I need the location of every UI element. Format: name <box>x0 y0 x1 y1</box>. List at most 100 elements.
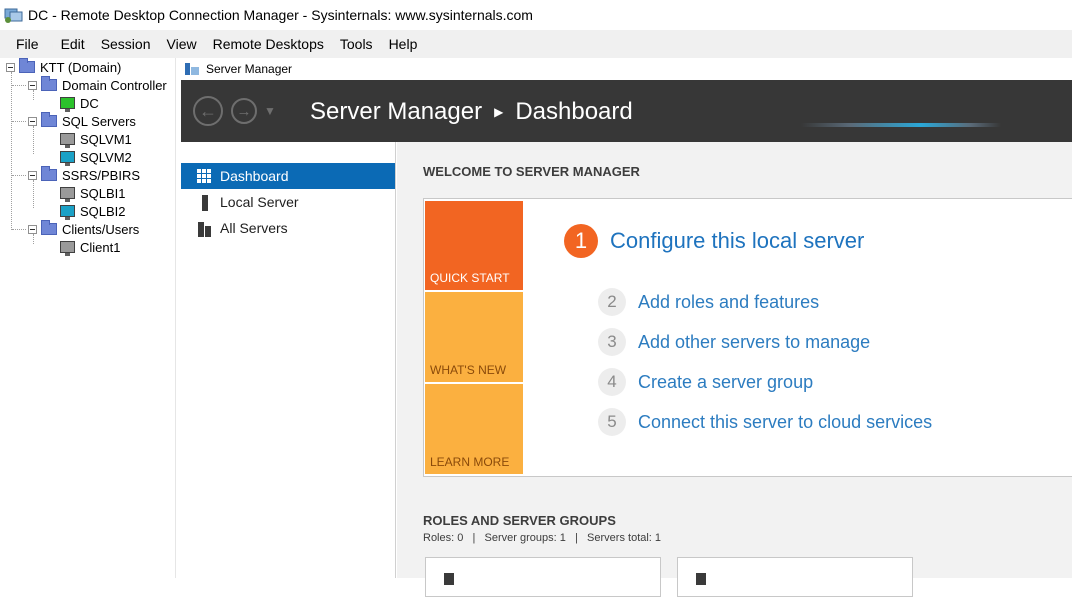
step-link[interactable]: Connect this server to cloud services <box>638 412 932 433</box>
roles-summary: Roles: 0 | Server groups: 1 | Servers to… <box>423 532 662 544</box>
server-manager-banner: ← → ▼ Server Manager ▶ Dashboard <box>181 80 1072 142</box>
collapse-icon[interactable] <box>6 62 15 72</box>
tree-server-label: SQLBI1 <box>80 185 126 201</box>
menu-file[interactable]: File <box>0 36 47 52</box>
tree-line <box>11 72 12 230</box>
back-button[interactable]: ← <box>193 96 223 126</box>
dashboard-icon <box>197 168 212 184</box>
folder-icon <box>41 166 57 181</box>
tree-group-label: Domain Controller <box>62 77 167 93</box>
tree-group-domain-controller[interactable]: Domain Controller <box>28 76 167 94</box>
breadcrumb-app[interactable]: Server Manager <box>310 98 482 126</box>
session-header: Server Manager <box>181 58 1072 80</box>
server-icon <box>444 573 454 585</box>
nav-dashboard[interactable]: Dashboard <box>181 163 395 189</box>
step-add-roles[interactable]: 2 Add roles and features <box>598 288 819 316</box>
local-server-icon <box>197 194 212 211</box>
menu-session[interactable]: Session <box>93 36 159 52</box>
step-number: 3 <box>598 328 626 356</box>
collapse-icon[interactable] <box>28 116 37 126</box>
monitor-icon <box>60 151 75 166</box>
step-link[interactable]: Configure this local server <box>610 228 864 254</box>
role-group-card[interactable] <box>425 557 661 597</box>
breadcrumb-separator-icon: ▶ <box>494 105 504 119</box>
monitor-icon <box>60 205 75 220</box>
tile-label: LEARN MORE <box>430 455 510 469</box>
nav-all-servers[interactable]: All Servers <box>181 215 395 241</box>
collapse-icon[interactable] <box>28 170 37 180</box>
server-manager-nav: Dashboard Local Server All Servers <box>181 142 396 578</box>
title-bar: DC - Remote Desktop Connection Manager -… <box>0 0 1072 30</box>
server-tree: KTT (Domain) Domain Controller DC SQL Se… <box>0 58 176 578</box>
tree-line <box>33 126 34 154</box>
tree-server-label: DC <box>80 95 99 111</box>
server-manager-icon <box>184 62 200 76</box>
step-add-servers[interactable]: 3 Add other servers to manage <box>598 328 870 356</box>
tile-label: QUICK START <box>430 271 510 285</box>
menu-bar: File Edit Session View Remote Desktops T… <box>0 30 1072 58</box>
breadcrumb-page: Dashboard <box>515 98 633 125</box>
tile-label: WHAT'S NEW <box>430 363 507 377</box>
step-number: 5 <box>598 408 626 436</box>
quick-start-panel: QUICK START WHAT'S NEW LEARN MORE 1 Conf… <box>423 198 1072 477</box>
step-link[interactable]: Create a server group <box>638 372 813 393</box>
breadcrumb: Server Manager ▶ Dashboard <box>310 98 633 126</box>
menu-remote-desktops[interactable]: Remote Desktops <box>205 36 332 52</box>
nav-label: Local Server <box>220 194 299 210</box>
menu-edit[interactable]: Edit <box>47 36 93 52</box>
folder-icon <box>19 58 35 73</box>
tree-line <box>33 180 34 208</box>
tree-server-sqlbi2[interactable]: SQLBI2 <box>60 202 126 220</box>
tile-whats-new[interactable]: WHAT'S NEW <box>425 292 523 382</box>
welcome-heading: WELCOME TO SERVER MANAGER <box>423 164 640 179</box>
step-configure-local-server[interactable]: 1 Configure this local server <box>564 224 864 258</box>
tree-server-client1[interactable]: Client1 <box>60 238 120 256</box>
tree-server-sqlbi1[interactable]: SQLBI1 <box>60 184 126 202</box>
roles-heading: ROLES AND SERVER GROUPS <box>423 513 616 528</box>
step-number: 1 <box>564 224 598 258</box>
tree-root-label: KTT (Domain) <box>40 59 122 75</box>
tree-group-label: SSRS/PBIRS <box>62 167 141 183</box>
folder-icon <box>41 76 57 91</box>
tree-server-sqlvm1[interactable]: SQLVM1 <box>60 130 132 148</box>
step-link[interactable]: Add other servers to manage <box>638 332 870 353</box>
menu-view[interactable]: View <box>159 36 205 52</box>
collapse-icon[interactable] <box>28 224 37 234</box>
tree-line <box>12 85 26 86</box>
folder-icon <box>41 220 57 235</box>
monitor-icon <box>60 187 75 202</box>
window-title: DC - Remote Desktop Connection Manager -… <box>28 7 533 23</box>
tree-line <box>12 175 26 176</box>
tree-root[interactable]: KTT (Domain) <box>6 58 121 76</box>
tile-quick-start[interactable]: QUICK START <box>425 201 523 290</box>
step-create-group[interactable]: 4 Create a server group <box>598 368 813 396</box>
step-number: 2 <box>598 288 626 316</box>
forward-arrow-icon: → <box>236 102 252 120</box>
forward-button[interactable]: → <box>231 98 257 124</box>
nav-local-server[interactable]: Local Server <box>181 189 395 215</box>
tree-server-dc[interactable]: DC <box>60 94 99 112</box>
step-connect-cloud[interactable]: 5 Connect this server to cloud services <box>598 408 932 436</box>
step-link[interactable]: Add roles and features <box>638 292 819 313</box>
back-arrow-icon: ← <box>199 100 217 121</box>
tree-line <box>12 229 26 230</box>
menu-help[interactable]: Help <box>381 36 426 52</box>
tree-group-ssrs-pbirs[interactable]: SSRS/PBIRS <box>28 166 140 184</box>
tree-server-label: SQLVM2 <box>80 149 132 165</box>
nav-label: All Servers <box>220 220 288 236</box>
tree-server-label: SQLBI2 <box>80 203 126 219</box>
monitor-connected-icon <box>60 97 75 112</box>
collapse-icon[interactable] <box>28 80 37 90</box>
tree-server-label: SQLVM1 <box>80 131 132 147</box>
history-dropdown-icon[interactable]: ▼ <box>264 104 276 118</box>
tree-group-label: Clients/Users <box>62 221 140 237</box>
tree-server-sqlvm2[interactable]: SQLVM2 <box>60 148 132 166</box>
menu-tools[interactable]: Tools <box>332 36 381 52</box>
tile-learn-more[interactable]: LEARN MORE <box>425 384 523 474</box>
tree-group-label: SQL Servers <box>62 113 136 129</box>
tree-group-sql-servers[interactable]: SQL Servers <box>28 112 136 130</box>
monitor-icon <box>60 133 75 148</box>
role-group-card[interactable] <box>677 557 913 597</box>
tree-group-clients-users[interactable]: Clients/Users <box>28 220 139 238</box>
server-icon <box>696 573 706 585</box>
